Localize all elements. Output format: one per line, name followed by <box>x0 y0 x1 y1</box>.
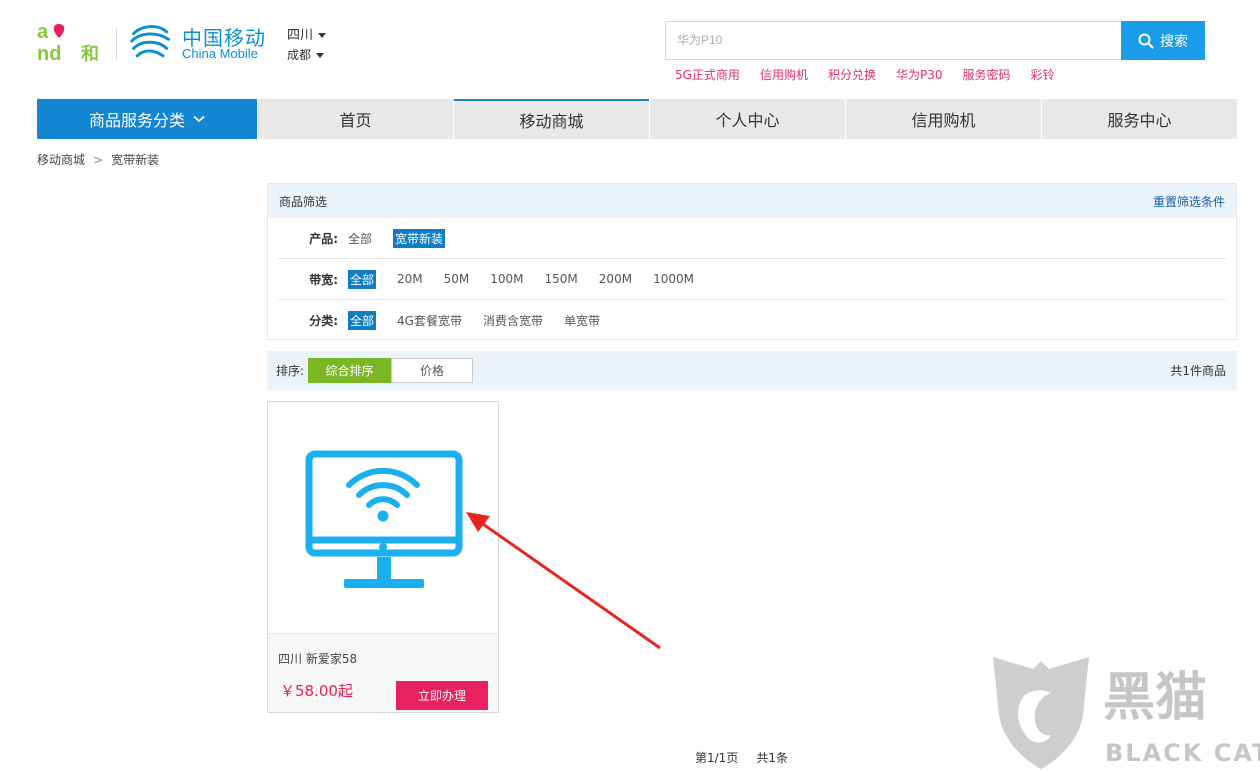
hot-word-link[interactable]: 5G正式商用 <box>675 66 740 83</box>
china-mobile-logo[interactable] <box>128 19 174 65</box>
svg-text:和: 和 <box>81 44 99 62</box>
search-input[interactable]: 华为P10 <box>665 21 1122 60</box>
hot-word-link[interactable]: 信用购机 <box>760 66 808 83</box>
product-name[interactable]: 四川 新爱家58 <box>278 650 357 667</box>
breadcrumb-current: 宽带新装 <box>111 153 160 167</box>
filter-option[interactable]: 4G套餐宽带 <box>397 312 462 329</box>
city-label: 成都 <box>287 48 312 62</box>
black-cat-watermark-logo: 黑猫 BLACK CAT <box>993 657 1260 769</box>
filter-row-bandwidth: 带宽: 全部 20M 50M 100M 150M 200M 1000M <box>278 259 1226 300</box>
hot-word-link[interactable]: 积分兑换 <box>828 66 876 83</box>
filter-option[interactable]: 单宽带 <box>564 312 600 329</box>
chevron-down-icon <box>316 53 325 58</box>
filter-option[interactable]: 20M <box>397 272 423 286</box>
filter-option-selected[interactable]: 全部 <box>348 269 377 289</box>
svg-text:nd: nd <box>37 43 61 62</box>
filter-option-selected[interactable]: 宽带新装 <box>393 228 446 248</box>
product-filter: 商品筛选 重置筛选条件 产品: 全部 宽带新装 带宽: 全部 20M 50M 1… <box>267 183 1237 340</box>
breadcrumb: 移动商城 > 宽带新装 <box>37 151 159 168</box>
search-button-label: 搜索 <box>1160 33 1188 50</box>
apply-now-button[interactable]: 立即办理 <box>396 681 488 710</box>
filter-option[interactable]: 100M <box>490 272 523 286</box>
category-menu-label: 商品服务分类 <box>88 111 185 130</box>
sort-price-button[interactable]: 价格 <box>391 358 474 383</box>
hot-word-link[interactable]: 彩铃 <box>1031 66 1055 83</box>
province-selector[interactable]: 四川 <box>287 24 327 43</box>
filter-option-selected[interactable]: 全部 <box>348 311 377 330</box>
and-logo[interactable]: a nd 和 <box>37 20 107 62</box>
breadcrumb-link[interactable]: 移动商城 <box>37 153 85 167</box>
filter-option[interactable]: 150M <box>545 272 578 286</box>
search-icon <box>1138 33 1154 49</box>
chevron-down-icon <box>193 115 205 123</box>
hot-word-link[interactable]: 服务密码 <box>962 66 1010 83</box>
total-count: 共1条 <box>756 751 788 765</box>
annotation-arrow-icon <box>466 512 661 650</box>
nav-item-service-center[interactable]: 服务中心 <box>1042 99 1237 139</box>
filter-row-label: 产品: <box>309 231 338 246</box>
nav-item-mall[interactable]: 移动商城 <box>454 99 649 139</box>
nav-item-home[interactable]: 首页 <box>258 99 453 139</box>
sort-label: 排序: <box>276 364 305 378</box>
filter-row-label: 带宽: <box>309 272 338 287</box>
chevron-right-icon: > <box>93 153 104 167</box>
product-price: ￥58.00起 <box>280 682 353 700</box>
filter-row-product: 产品: 全部 宽带新装 <box>278 218 1226 259</box>
city-selector[interactable]: 成都 <box>287 46 325 63</box>
sort-bar: 排序: 综合排序 价格 共1件商品 <box>267 351 1237 390</box>
nav-item-credit-purchase[interactable]: 信用购机 <box>846 99 1041 139</box>
filter-option[interactable]: 消费含宽带 <box>483 312 543 329</box>
filter-title: 商品筛选 <box>279 194 328 209</box>
nav-item-personal-center[interactable]: 个人中心 <box>650 99 845 139</box>
svg-text:a: a <box>37 21 49 43</box>
svg-text:BLACK CAT: BLACK CAT <box>1105 739 1260 767</box>
page-indicator: 第1/1页 <box>695 751 739 765</box>
filter-row-category: 分类: 全部 4G套餐宽带 消费含宽带 单宽带 <box>278 300 1226 341</box>
pagination: 第1/1页 共1条 <box>695 749 806 766</box>
hot-words: 5G正式商用 信用购机 积分兑换 华为P30 服务密码 彩铃 <box>675 66 1075 83</box>
logo-divider <box>116 28 117 60</box>
filter-header: 商品筛选 重置筛选条件 <box>268 184 1236 218</box>
filter-option[interactable]: 50M <box>444 272 470 286</box>
province-label: 四川 <box>287 28 314 43</box>
filter-option[interactable]: 全部 <box>348 230 372 247</box>
sort-default-button[interactable]: 综合排序 <box>308 358 392 383</box>
search-button[interactable]: 搜索 <box>1121 21 1205 60</box>
reset-filter-link[interactable]: 重置筛选条件 <box>1153 193 1225 210</box>
main-nav: 商品服务分类 首页 移动商城 个人中心 信用购机 服务中心 <box>37 99 1237 139</box>
svg-text:黑猫: 黑猫 <box>1103 668 1207 728</box>
china-mobile-name-en: China Mobile <box>182 46 258 61</box>
result-count: 共1件商品 <box>1170 364 1226 378</box>
hot-word-link[interactable]: 华为P30 <box>896 66 943 83</box>
filter-option[interactable]: 200M <box>599 272 632 286</box>
filter-row-label: 分类: <box>309 314 338 328</box>
chevron-down-icon <box>318 33 327 38</box>
filter-option[interactable]: 1000M <box>653 272 694 286</box>
category-menu-button[interactable]: 商品服务分类 <box>37 99 257 139</box>
